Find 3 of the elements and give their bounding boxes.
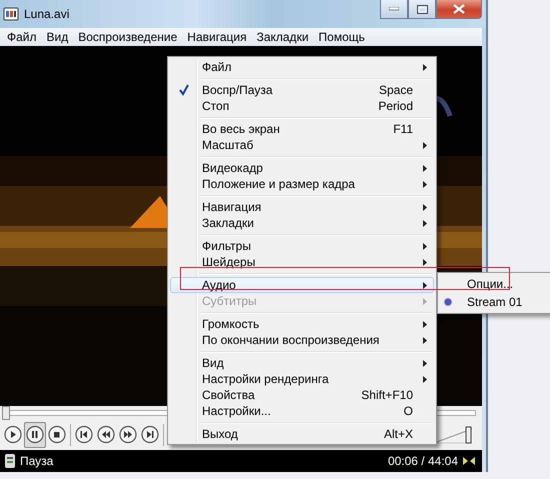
time-display: 00:06 / 44:04	[388, 454, 458, 468]
window-title: Luna.avi	[24, 7, 70, 21]
playback-status: Пауза	[20, 454, 54, 468]
